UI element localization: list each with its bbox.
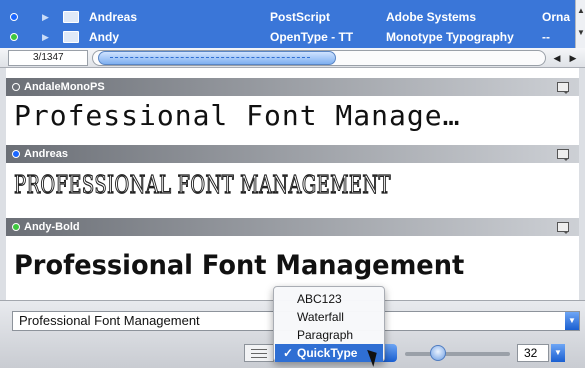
font-name-cell: Andy xyxy=(89,30,119,44)
preview-font-name: Andy-Bold xyxy=(24,221,80,233)
preview-header-andalemonops: AndaleMonoPS xyxy=(6,78,579,96)
preview-header-andreas: Andreas xyxy=(6,145,579,163)
status-dot-icon xyxy=(10,13,18,21)
folder-icon xyxy=(63,11,79,23)
scroll-up-icon[interactable]: ▲ xyxy=(577,6,585,15)
preview-header-andy-bold: Andy-Bold xyxy=(6,218,579,236)
font-extra-cell: -- xyxy=(542,30,550,44)
checkmark-icon: ✓ xyxy=(283,346,294,360)
disclosure-arrow-icon[interactable]: ▶ xyxy=(42,28,49,46)
navigator-bar: 3/1347 ◀ ▶ xyxy=(0,48,585,68)
navigator-thumb[interactable] xyxy=(98,51,336,65)
size-slider-knob[interactable] xyxy=(430,345,446,361)
font-extra-cell: Orna xyxy=(542,10,571,24)
menu-item-abc123[interactable]: ABC123 xyxy=(275,290,383,308)
scroll-down-icon[interactable]: ▼ xyxy=(577,28,585,37)
font-vendor-cell: Adobe Systems xyxy=(386,10,477,24)
status-dot-icon xyxy=(12,150,20,158)
preview-lines-icon[interactable] xyxy=(244,344,274,362)
display-mode-button[interactable] xyxy=(383,344,397,362)
preview-sample-andreas: PROFESSIONAL FONT MANAGEMENT xyxy=(14,170,391,199)
sample-text-dropdown-button[interactable]: ▼ xyxy=(565,312,579,330)
preview-sample-andalemonops: Professional Font Manage… xyxy=(14,99,461,132)
menu-item-quicktype[interactable]: ✓ QuickType xyxy=(275,344,383,362)
preview-menu-icon[interactable] xyxy=(557,149,569,161)
preview-menu-icon[interactable] xyxy=(557,222,569,234)
preview-sample-andy-bold: Professional Font Management xyxy=(14,250,465,281)
size-field[interactable]: 32 xyxy=(517,344,549,362)
folder-icon xyxy=(63,31,79,43)
previous-arrow-icon[interactable]: ◀ xyxy=(549,50,565,66)
menu-item-waterfall[interactable]: Waterfall xyxy=(275,308,383,326)
table-scrollbar[interactable]: ▲ ▼ xyxy=(575,0,585,48)
font-type-cell: OpenType - TT xyxy=(270,30,354,44)
status-dot-icon xyxy=(12,83,20,91)
font-row-andreas[interactable]: ▶ Andreas PostScript Adobe Systems Orna xyxy=(0,8,575,26)
navigator-marker xyxy=(110,57,310,58)
preview-font-name: Andreas xyxy=(24,148,69,160)
disclosure-arrow-icon[interactable]: ▶ xyxy=(42,8,49,26)
size-slider-track[interactable] xyxy=(405,352,510,356)
font-type-cell: PostScript xyxy=(270,10,331,24)
preview-menu-icon[interactable] xyxy=(557,82,569,94)
menu-item-paragraph[interactable]: Paragraph xyxy=(275,326,383,344)
font-list-table: ▶ Andreas PostScript Adobe Systems Orna … xyxy=(0,0,585,48)
font-vendor-cell: Monotype Typography xyxy=(386,30,514,44)
status-dot-icon xyxy=(12,223,20,231)
font-counter: 3/1347 xyxy=(8,50,88,66)
size-dropdown-button[interactable]: ▼ xyxy=(551,344,565,362)
status-dot-icon xyxy=(10,33,18,41)
font-name-cell: Andreas xyxy=(89,10,138,24)
next-arrow-icon[interactable]: ▶ xyxy=(565,50,581,66)
font-row-andy[interactable]: ▶ Andy OpenType - TT Monotype Typography… xyxy=(0,28,575,46)
preview-font-name: AndaleMonoPS xyxy=(24,81,105,93)
